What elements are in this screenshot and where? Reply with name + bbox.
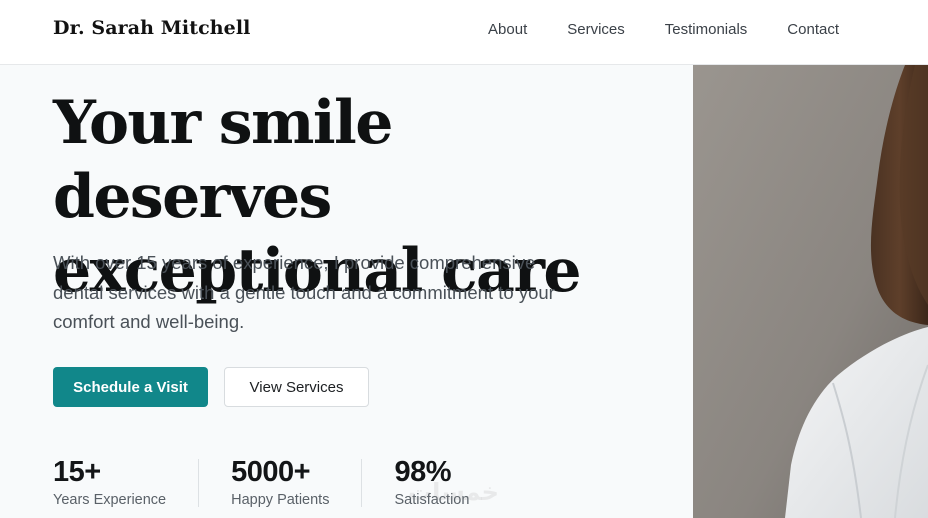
nav-link-services[interactable]: Services (567, 21, 625, 38)
stat-divider (198, 459, 200, 507)
stat-satisfaction: 98% Satisfaction (394, 455, 469, 508)
site-header: Dr. Sarah Mitchell About Services Testim… (0, 0, 928, 65)
nav-link-testimonials[interactable]: Testimonials (665, 21, 748, 38)
stat-happy-patients: 5000+ Happy Patients (231, 455, 329, 508)
stat-years-experience: 15+ Years Experience (53, 455, 166, 508)
brand-logo[interactable]: Dr. Sarah Mitchell (53, 17, 251, 39)
stat-label: Happy Patients (231, 492, 330, 508)
view-services-button[interactable]: View Services (224, 367, 369, 407)
stat-value: 15+ (53, 456, 101, 488)
stat-label: Satisfaction (394, 492, 470, 508)
main-nav: About Services Testimonials Contact (488, 21, 839, 38)
hero-description: With over 15 years of experience, I prov… (53, 252, 555, 332)
page: Dr. Sarah Mitchell About Services Testim… (0, 0, 928, 518)
hero-headline-line-1: Your smile deserves (53, 88, 393, 232)
stats-row: 15+ Years Experience 5000+ Happy Patient… (53, 455, 469, 508)
nav-link-contact[interactable]: Contact (787, 21, 839, 38)
doctor-portrait-image (693, 65, 928, 518)
stat-value: 5000+ (231, 456, 311, 488)
schedule-visit-button[interactable]: Schedule a Visit (53, 367, 208, 407)
stat-divider (361, 459, 363, 507)
nav-link-about[interactable]: About (488, 21, 527, 38)
stat-value: 98% (394, 456, 452, 488)
stat-label: Years Experience (53, 492, 167, 508)
